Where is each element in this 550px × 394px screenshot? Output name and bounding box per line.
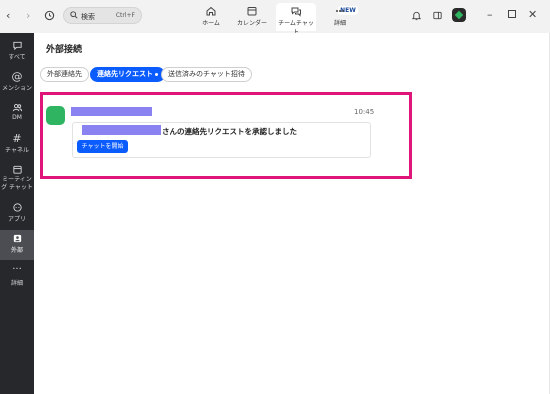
more-icon: ···	[12, 264, 22, 275]
search-shortcut: Ctrl+F	[115, 12, 135, 19]
tab-more[interactable]: 詳細	[325, 3, 355, 31]
sidebar-item-all[interactable]: すべて	[0, 37, 34, 65]
search-label: 検索	[81, 13, 95, 21]
unread-dot	[155, 72, 158, 76]
external-icon	[13, 234, 21, 243]
sidebar-item-label: DM	[12, 114, 22, 121]
tab-home[interactable]: ホーム	[196, 3, 226, 31]
sidebar-item-label: アプリ	[7, 216, 26, 223]
hash-icon: #	[12, 132, 22, 145]
history-icon[interactable]	[44, 10, 55, 21]
forward-icon[interactable]: ›	[26, 10, 30, 22]
sidebar-item-label: チャネル	[5, 147, 29, 154]
sidebar-item-external[interactable]: 外部	[0, 230, 34, 260]
status-icon	[454, 10, 464, 20]
redacted-name	[71, 107, 152, 116]
tab-calendar[interactable]: カレンダー	[234, 3, 270, 31]
filter-external-contacts[interactable]: 外部連絡先	[40, 67, 89, 82]
message-time: 10:45	[354, 108, 375, 116]
redacted-contact-name	[82, 125, 161, 135]
sidebar-item-meeting-chat[interactable]: ミーティング チャット	[0, 161, 34, 193]
more-icon	[336, 10, 344, 12]
search-icon	[70, 11, 78, 19]
sidebar-item-mentions[interactable]: @ メンション	[0, 68, 34, 96]
filter-contact-requests-label: 連絡先リクエスト	[97, 70, 153, 78]
people-icon	[12, 104, 22, 112]
avatar[interactable]	[452, 8, 466, 22]
sidebar-item-label: ミーティング チャット	[1, 176, 33, 191]
sidebar: すべて @ メンション DM # チャネル ミーティング チャット アプリ 外部…	[0, 33, 34, 394]
chat-icon	[291, 7, 301, 17]
sidebar-item-label: 外部	[10, 247, 23, 254]
sidebar-item-label: すべて	[8, 54, 26, 61]
home-icon	[206, 6, 216, 16]
filter-sent-invitations[interactable]: 送信済みのチャット招待	[161, 67, 252, 82]
calendar-icon	[12, 165, 22, 174]
tab-team-chat[interactable]: チームチャット	[276, 3, 316, 36]
app-window: ‹ › 検索 Ctrl+F ホーム カレンダー チームチャッ NEW 詳細 – …	[0, 0, 550, 394]
sidebar-item-apps[interactable]: アプリ	[0, 199, 34, 227]
chat-bubble-icon	[12, 41, 22, 51]
main-panel: 外部接続 外部連絡先 連絡先リクエスト 送信済みのチャット招待 10:45 さん…	[34, 33, 550, 394]
search-input[interactable]: 検索 Ctrl+F	[63, 7, 142, 24]
page-title: 外部接続	[46, 45, 83, 55]
sidebar-item-more[interactable]: ··· 詳細	[0, 263, 34, 291]
tab-home-label: ホーム	[202, 20, 220, 27]
filter-contact-requests[interactable]: 連絡先リクエスト	[90, 67, 165, 82]
message-text: さんの連絡先リクエストを承認しました	[162, 127, 297, 136]
minimize-icon[interactable]: –	[487, 9, 493, 21]
sidebar-item-label: 詳細	[10, 280, 23, 287]
window-layout-icon[interactable]	[432, 10, 443, 21]
sidebar-item-dm[interactable]: DM	[0, 99, 34, 127]
app-icon	[12, 203, 22, 212]
tab-calendar-label: カレンダー	[236, 20, 267, 27]
sidebar-item-label: メンション	[1, 85, 32, 92]
at-icon: @	[11, 70, 23, 83]
close-icon[interactable]: ✕	[528, 9, 537, 21]
sidebar-item-channels[interactable]: # チャネル	[0, 130, 34, 158]
bell-icon[interactable]	[411, 10, 422, 21]
start-chat-button[interactable]: チャットを開始	[77, 140, 128, 153]
title-bar: ‹ › 検索 Ctrl+F ホーム カレンダー チームチャッ NEW 詳細 – …	[0, 0, 550, 36]
back-icon[interactable]: ‹	[6, 10, 10, 22]
calendar-icon	[247, 7, 257, 16]
maximize-icon[interactable]	[508, 10, 516, 18]
tab-more-label: 詳細	[333, 20, 346, 27]
avatar[interactable]	[46, 106, 65, 125]
